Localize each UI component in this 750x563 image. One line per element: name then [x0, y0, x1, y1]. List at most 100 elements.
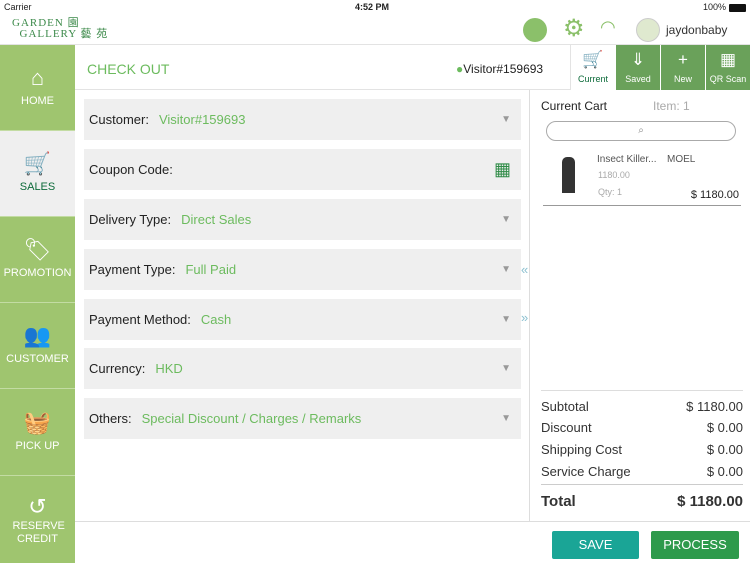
- sidebar-label: HOME: [21, 95, 54, 107]
- field-value: Visitor#159693: [158, 112, 246, 127]
- expand-right-icon[interactable]: »: [521, 310, 528, 325]
- summary-label: Discount: [541, 420, 592, 435]
- others-field[interactable]: Others: Special Discount / Charges / Rema…: [84, 398, 521, 439]
- customer-field[interactable]: Customer: Visitor#159693 ▼: [84, 99, 521, 140]
- users-icon: 👥: [23, 323, 52, 348]
- tab-label: New: [673, 74, 692, 84]
- tab-new[interactable]: + New: [660, 45, 705, 90]
- summary-value: $ 0.00: [706, 420, 743, 435]
- currency-field[interactable]: Currency: HKD ▼: [84, 348, 521, 389]
- field-label: Coupon Code:: [89, 162, 173, 177]
- sidebar-item-customer[interactable]: 👥 CUSTOMER: [0, 303, 75, 389]
- field-label: Payment Type:: [89, 262, 176, 277]
- summary-value: $ 1180.00: [686, 399, 743, 414]
- avatar[interactable]: [636, 18, 660, 42]
- process-button[interactable]: PROCESS: [651, 531, 739, 559]
- field-value: Special Discount / Charges / Remarks: [141, 411, 362, 426]
- cart-item[interactable]: Insect Killer... MOEL 1180.00 Qty: 1 $ 1…: [543, 148, 741, 206]
- visitor-id: Visitor#159693: [463, 62, 544, 76]
- total-value: $ 1180.00: [677, 493, 743, 510]
- sidebar-item-promotion[interactable]: 🏷 PROMOTION: [0, 217, 75, 303]
- field-value: Direct Sales: [181, 212, 252, 227]
- undo-icon: ↺: [28, 494, 47, 519]
- dropdown-arrow-icon: ▼: [501, 114, 511, 125]
- field-label: Others:: [89, 411, 132, 426]
- sidebar-label: PROMOTION: [3, 267, 72, 279]
- subtotal-row: Subtotal $ 1180.00: [541, 399, 743, 414]
- cart-plus-icon: +: [678, 50, 688, 69]
- username[interactable]: jaydonbaby: [666, 23, 727, 37]
- carrier: Carrier: [4, 2, 32, 12]
- summary-label: Subtotal: [541, 399, 589, 414]
- field-value: Cash: [200, 312, 232, 327]
- app-header: GARDEN 園 GALLERY 藝 苑 ⚙ ◠ jaydonbaby: [0, 15, 750, 45]
- payment-type-field[interactable]: Payment Type: Full Paid ▼: [84, 249, 521, 290]
- collapse-left-icon[interactable]: «: [521, 262, 528, 277]
- search-icon: ⌕: [638, 125, 644, 136]
- page-title: CHECK OUT: [87, 61, 170, 77]
- visitor-label: ●Visitor#159693: [456, 62, 543, 76]
- item-qty: Qty: 1: [598, 187, 623, 197]
- delivery-type-field[interactable]: Delivery Type: Direct Sales ▼: [84, 199, 521, 240]
- cart-download-icon: ⇓: [630, 50, 646, 69]
- sidebar-label: PICK UP: [15, 440, 60, 452]
- cloud-download-icon[interactable]: [523, 18, 547, 42]
- save-button[interactable]: SAVE: [552, 531, 639, 559]
- dropdown-arrow-icon: ▼: [501, 413, 511, 424]
- qr-code-icon[interactable]: ▦: [494, 149, 511, 190]
- basket-icon: 🧺: [23, 410, 52, 435]
- tab-qr-scan[interactable]: ▦ QR Scan: [705, 45, 750, 90]
- dropdown-arrow-icon: ▼: [501, 314, 511, 325]
- sidebar-item-sales[interactable]: 🛒 SALES: [0, 131, 75, 217]
- summary-label: Shipping Cost: [541, 442, 622, 457]
- gear-icon[interactable]: ⚙: [563, 16, 585, 42]
- total-label: Total: [541, 493, 576, 510]
- cart-item-count: Item: 1: [653, 99, 690, 113]
- shipping-row: Shipping Cost $ 0.00: [541, 442, 743, 457]
- coupon-code-field[interactable]: Coupon Code: ▦: [84, 149, 521, 190]
- item-unit-price: 1180.00: [598, 170, 630, 180]
- total-row: Total $ 1180.00: [541, 493, 743, 510]
- item-name: Insect Killer...: [597, 154, 657, 165]
- tab-current[interactable]: 🛒 Current: [570, 45, 615, 90]
- field-label: Currency:: [89, 361, 146, 376]
- summary-value: $ 0.00: [706, 442, 743, 457]
- sidebar-item-pick-up[interactable]: 🧺 PICK UP: [0, 390, 75, 476]
- qr-code-icon: ▦: [719, 50, 737, 69]
- service-charge-row: Service Charge $ 0.00: [541, 464, 743, 479]
- item-total: $ 1180.00: [690, 189, 739, 201]
- dropdown-arrow-icon: ▼: [501, 214, 511, 225]
- item-brand: MOEL: [667, 154, 696, 165]
- home-icon: ⌂: [30, 65, 45, 90]
- sidebar: ⌂ HOME 🛒 SALES 🏷 PROMOTION 👥 CUSTOMER 🧺 PICK …: [0, 45, 75, 563]
- dropdown-arrow-icon: ▼: [501, 264, 511, 275]
- summary-label: Service Charge: [541, 464, 631, 479]
- battery-icon: [729, 4, 746, 12]
- field-label: Delivery Type:: [89, 212, 172, 227]
- sidebar-label: SALES: [19, 181, 56, 193]
- cart-title: Current Cart: [541, 99, 608, 113]
- tag-icon: 🏷: [23, 237, 52, 262]
- field-label: Payment Method:: [89, 312, 191, 327]
- wifi-icon: ◠: [600, 17, 616, 37]
- field-value: Full Paid: [185, 262, 237, 277]
- field-value: HKD: [155, 361, 183, 376]
- tab-label: QR Scan: [709, 74, 747, 84]
- sidebar-item-reserve-credit[interactable]: ↺ RESERVE CREDIT: [0, 476, 75, 562]
- payment-method-field[interactable]: Payment Method: Cash ▼: [84, 299, 521, 340]
- field-label: Customer:: [89, 112, 149, 127]
- summary-value: $ 0.00: [706, 464, 743, 479]
- status-bar: Carrier 4:52 PM 100%: [0, 0, 750, 15]
- cart-search-input[interactable]: ⌕: [546, 121, 736, 141]
- sidebar-item-home[interactable]: ⌂ HOME: [0, 45, 75, 131]
- cart-icon: 🛒: [23, 151, 52, 176]
- tab-saved[interactable]: ⇓ Saved: [615, 45, 660, 90]
- sidebar-label: CUSTOMER: [6, 353, 69, 365]
- divider: [541, 484, 743, 485]
- battery-text: 100%: [702, 2, 726, 12]
- time: 4:52 PM: [355, 2, 390, 12]
- discount-row: Discount $ 0.00: [541, 420, 743, 435]
- cart-icon: 🛒: [582, 50, 604, 69]
- product-image: [562, 157, 575, 193]
- sidebar-label: RESERVE CREDIT: [12, 520, 65, 545]
